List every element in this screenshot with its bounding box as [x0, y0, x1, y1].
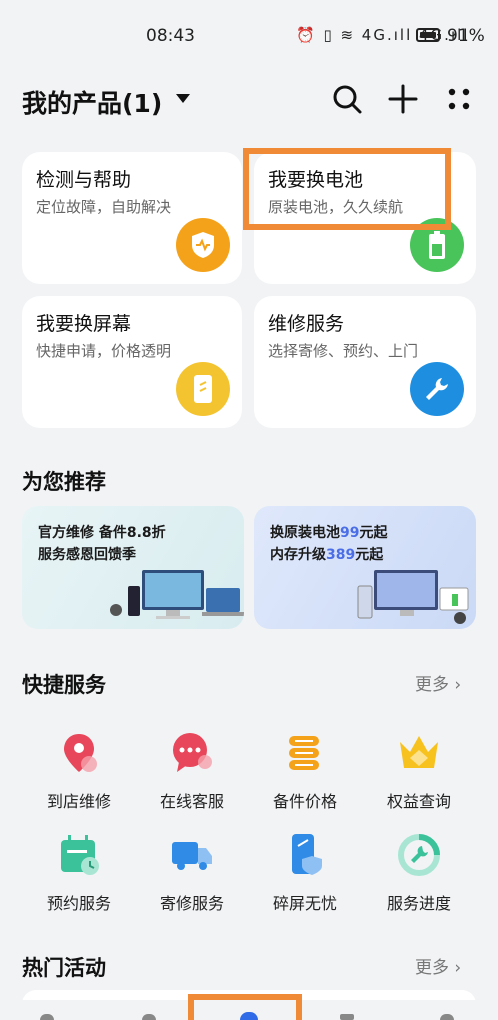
promo-line2: 内存升级389元起	[270, 547, 384, 563]
header: 我的产品(1)	[0, 78, 498, 122]
service-label: 预约服务	[46, 894, 111, 913]
phone-shield-icon	[282, 832, 328, 878]
calendar-clock-icon	[56, 832, 102, 878]
tab-home-icon[interactable]	[40, 1014, 54, 1020]
section-title-hot: 热门活动	[22, 956, 106, 980]
tab-me-icon[interactable]	[440, 1014, 454, 1020]
phone-screen-icon	[176, 362, 230, 416]
promo-banner-battery[interactable]: 换原装电池99元起 内存升级389元起	[254, 506, 476, 629]
devices-illustration	[357, 570, 469, 624]
service-label: 权益查询	[386, 792, 451, 811]
highlight-battery	[243, 148, 451, 230]
quick-more-link[interactable]: 更多 ›	[415, 670, 461, 695]
service-benefits-query[interactable]: 权益查询	[364, 730, 474, 812]
section-title-quick: 快捷服务	[22, 673, 106, 697]
service-mail-in-repair[interactable]: 寄修服务	[137, 832, 247, 914]
crown-icon	[396, 730, 442, 776]
service-parts-price[interactable]: 备件价格	[250, 730, 360, 812]
wrench-progress-icon	[396, 832, 442, 878]
tab-shop-icon[interactable]	[340, 1014, 354, 1020]
card-subtitle: 选择寄修、预约、上门	[268, 342, 419, 360]
page-title[interactable]: 我的产品(1)	[22, 84, 162, 120]
promo-line1: 官方维修 备件8.8折	[38, 525, 166, 541]
service-screen-protection[interactable]: 碎屏无忧	[250, 832, 360, 914]
card-subtitle: 定位故障，自助解决	[36, 198, 172, 216]
status-bar: 08:43 ⏰ ▯ ≋ 4G.ıll 4G.ıll 91%	[0, 0, 498, 70]
service-label: 寄修服务	[159, 894, 224, 913]
battery-percent: 91%	[447, 26, 485, 46]
service-store-repair[interactable]: 到店维修	[24, 730, 134, 812]
battery-icon	[416, 28, 440, 42]
card-subtitle: 快捷申请，价格透明	[36, 342, 172, 360]
card-title: 检测与帮助	[36, 169, 132, 191]
devices-illustration	[110, 570, 244, 619]
service-label: 在线客服	[159, 792, 224, 811]
card-title: 维修服务	[268, 313, 345, 335]
status-time: 08:43	[146, 26, 195, 46]
chat-bubble-icon	[169, 730, 215, 776]
promo-banner-repair[interactable]: 官方维修 备件8.8折 服务感恩回馈季	[22, 506, 244, 629]
card-diagnose-help[interactable]: 检测与帮助 定位故障，自助解决	[22, 152, 242, 284]
status-icons: ⏰ ▯ ≋ 4G.ıll 4G.ıll	[296, 26, 470, 44]
service-label: 备件价格	[272, 792, 337, 811]
search-icon[interactable]	[330, 82, 364, 116]
promo-line1: 换原装电池99元起	[270, 525, 388, 541]
coin-stack-icon	[282, 730, 328, 776]
service-online-support[interactable]: 在线客服	[137, 730, 247, 812]
location-pin-icon	[56, 730, 102, 776]
promo-line2: 服务感恩回馈季	[38, 547, 136, 563]
add-icon[interactable]	[386, 82, 420, 116]
service-label: 碎屏无忧	[272, 894, 337, 913]
section-title-recommend: 为您推荐	[22, 470, 106, 494]
card-title: 我要换屏幕	[36, 313, 132, 335]
hot-more-link[interactable]: 更多 ›	[415, 953, 461, 978]
wrench-icon	[410, 362, 464, 416]
service-label: 服务进度	[386, 894, 451, 913]
service-appointment[interactable]: 预约服务	[24, 832, 134, 914]
chevron-down-icon[interactable]	[176, 94, 190, 103]
delivery-truck-icon	[169, 832, 215, 878]
service-progress[interactable]: 服务进度	[364, 832, 474, 914]
highlight-service-tab	[188, 994, 302, 1020]
tab-discover-icon[interactable]	[142, 1014, 156, 1020]
shield-icon	[176, 218, 230, 272]
service-label: 到店维修	[46, 792, 111, 811]
more-grid-icon[interactable]	[442, 82, 476, 116]
card-repair-service[interactable]: 维修服务 选择寄修、预约、上门	[254, 296, 476, 428]
card-replace-screen[interactable]: 我要换屏幕 快捷申请，价格透明	[22, 296, 242, 428]
